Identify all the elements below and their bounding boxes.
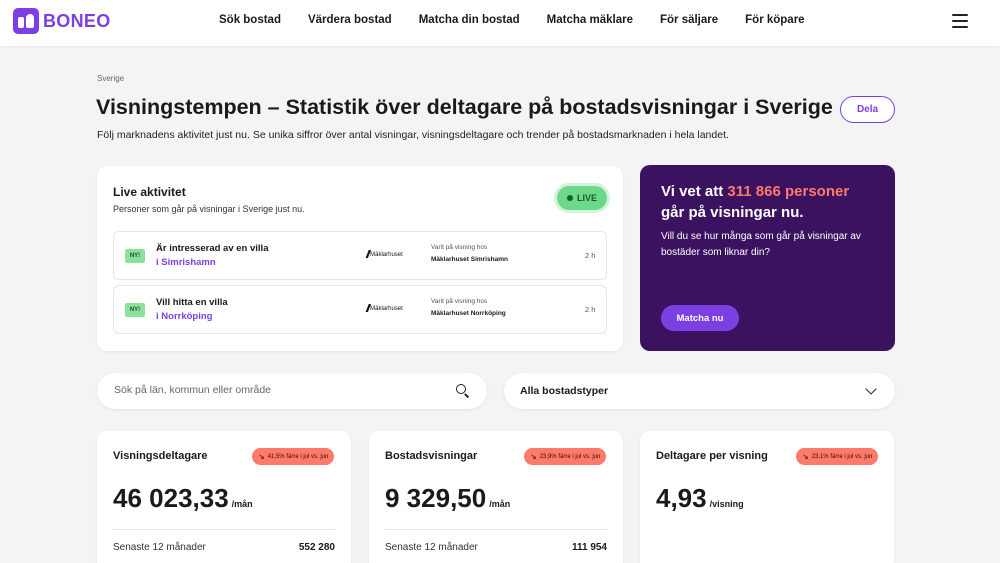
match-promo-card: Vi vet att 311 866 personer går på visnin… [640, 165, 895, 351]
live-dot-icon [566, 195, 573, 201]
nav-item-for-saljare[interactable]: För säljare [660, 14, 718, 26]
activity-item[interactable]: NY! Är intresserad av en villa i Simrish… [113, 231, 607, 280]
trend-badge: ↘ 23,9% färre i jul vs. jun [524, 448, 607, 465]
visit-broker: Mäklarhuset Simrishamn [431, 256, 508, 263]
stat-title: Bostadsvisningar [385, 450, 478, 462]
main-nav: Sök bostad Värdera bostad Matcha din bos… [219, 14, 832, 26]
broker-logo-icon: // [366, 303, 370, 315]
arrow-down-right-icon: ↘ [258, 451, 265, 461]
stat-unit: /mån [489, 499, 511, 509]
live-badge-label: LIVE [576, 193, 597, 203]
logo-icon [13, 8, 39, 34]
live-activity-card: Live aktivitet Personer som går på visni… [97, 166, 623, 351]
stat-title: Visningsdeltagare [113, 450, 208, 462]
stat-card-visningsdeltagare: Visningsdeltagare ↘ 41,5% färre i jul vs.… [97, 431, 351, 563]
promo-title-suffix: går på visningar nu. [661, 204, 804, 221]
new-badge: NY! [125, 249, 145, 263]
breadcrumb[interactable]: Sverige [97, 74, 124, 83]
stat-title: Deltagare per visning [656, 450, 768, 462]
divider [113, 529, 335, 530]
nav-item-sok-bostad[interactable]: Sök bostad [219, 14, 281, 26]
property-type-select[interactable]: Alla bostadstyper [504, 373, 895, 409]
page-title: Visningstempen – Statistik över deltagar… [96, 95, 833, 119]
stat-value: 9 329,50/mån [385, 483, 510, 514]
broker-logo: // Mäklarhuset [366, 303, 403, 315]
visit-broker: Mäklarhuset Norrköping [431, 310, 506, 317]
activity-time: 2 h [585, 305, 596, 314]
stat-card-bostadsvisningar: Bostadsvisningar ↘ 23,9% färre i jul vs. … [369, 431, 623, 563]
arrow-down-right-icon: ↘ [530, 451, 537, 461]
stat-card-deltagare-per-visning: Deltagare per visning ↘ 23,1% färre i jul… [640, 431, 894, 563]
promo-text: Vill du se hur många som går på visninga… [661, 231, 861, 258]
live-badge: LIVE [557, 186, 607, 210]
nav-item-vardera-bostad[interactable]: Värdera bostad [308, 14, 392, 26]
activity-text: Vill hitta en villa [156, 297, 228, 308]
trend-badge: ↘ 41,5% färre i jul vs. jun [252, 448, 335, 465]
stat-footer-label: Senaste 12 månader [385, 542, 478, 553]
stat-unit: /mån [231, 499, 253, 509]
trend-text: 41,5% färre i jul vs. jun [267, 453, 329, 460]
activity-location[interactable]: i Norrköping [156, 311, 212, 322]
search-input[interactable] [114, 384, 444, 396]
boneo-logo[interactable]: BONEO [13, 8, 111, 34]
promo-title-highlight: 311 866 personer [727, 183, 850, 200]
property-type-selected: Alla bostadstyper [520, 385, 609, 397]
trend-text: 23,1% färre i jul vs. jun [811, 453, 873, 460]
stat-unit: /visning [709, 499, 744, 509]
live-activity-description: Personer som går på visningar i Sverige … [113, 204, 305, 214]
broker-logo-icon: // [366, 249, 370, 261]
activity-item[interactable]: NY! Vill hitta en villa i Norrköping // … [113, 285, 607, 334]
nav-item-matcha-maklare[interactable]: Matcha mäklare [547, 14, 633, 26]
divider [385, 529, 607, 530]
promo-title: Vi vet att 311 866 personer går på visnin… [661, 181, 886, 223]
stat-number: 46 023,33 [113, 483, 229, 513]
nav-item-for-kopare[interactable]: För köpare [745, 14, 804, 26]
broker-logo-text: Mäklarhuset [370, 252, 403, 258]
stat-value: 46 023,33/mån [113, 483, 253, 514]
new-badge: NY! [125, 303, 145, 317]
activity-text: Är intresserad av en villa [156, 243, 269, 254]
stat-footer-value: 552 280 [298, 542, 335, 553]
broker-logo: // Mäklarhuset [366, 249, 403, 261]
stat-footer-label: Senaste 12 månader [113, 542, 206, 553]
logo-text: BONEO [43, 10, 111, 31]
stat-number: 9 329,50 [385, 483, 487, 513]
area-search [97, 373, 487, 409]
share-button[interactable]: Dela [840, 96, 895, 123]
visit-label: Varit på visning hos [431, 298, 488, 305]
stat-value: 4,93/visning [656, 483, 744, 514]
chevron-down-icon [865, 383, 877, 395]
broker-logo-text: Mäklarhuset [370, 306, 403, 312]
search-icon[interactable] [456, 384, 470, 398]
stat-number: 4,93 [656, 483, 707, 513]
trend-text: 23,9% färre i jul vs. jun [539, 453, 601, 460]
visit-label: Varit på visning hos [431, 244, 488, 251]
trend-badge: ↘ 23,1% färre i jul vs. jun [796, 448, 879, 465]
arrow-down-right-icon: ↘ [802, 451, 809, 461]
activity-location[interactable]: i Simrishamn [156, 257, 216, 268]
promo-title-prefix: Vi vet att [661, 183, 728, 200]
page-subtitle: Följ marknadens aktivitet just nu. Se un… [97, 129, 729, 141]
site-header: BONEO Sök bostad Värdera bostad Matcha d… [0, 0, 1000, 46]
activity-time: 2 h [585, 251, 596, 260]
match-now-button[interactable]: Matcha nu [661, 305, 739, 331]
live-activity-title: Live aktivitet [113, 185, 186, 199]
hamburger-menu-icon[interactable] [952, 14, 968, 28]
nav-item-matcha-din-bostad[interactable]: Matcha din bostad [419, 14, 520, 26]
stat-footer-value: 111 954 [571, 542, 607, 553]
